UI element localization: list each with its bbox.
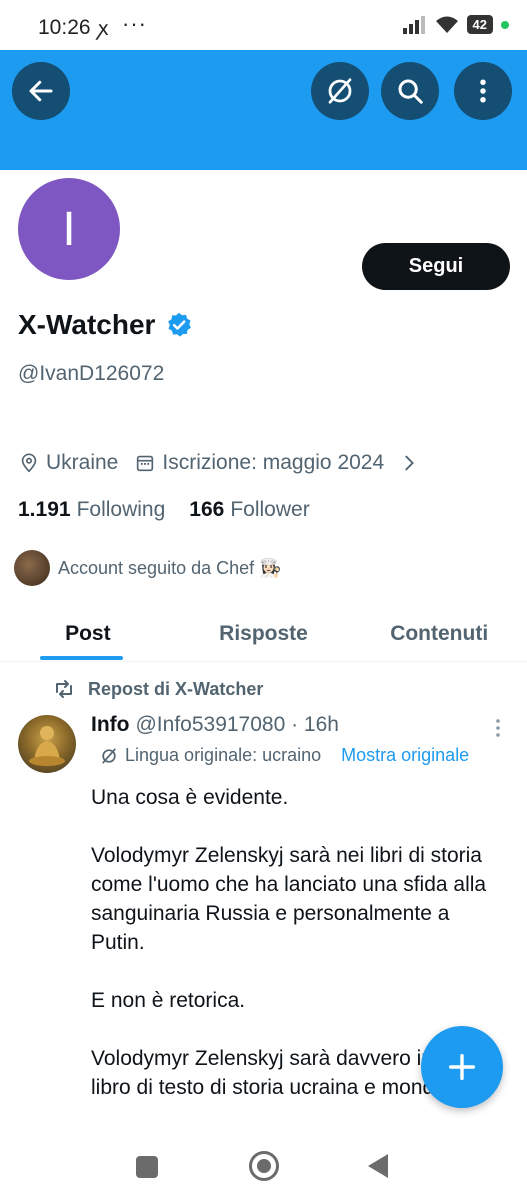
recents-button[interactable] [136, 1156, 158, 1178]
follower-avatar [14, 550, 50, 586]
following-link[interactable]: 1.191 Following [18, 498, 165, 522]
follow-stats: 1.191 Following 166 Follower [18, 498, 310, 522]
app-notification-icon: ꭗ [98, 18, 109, 40]
follow-button[interactable]: Segui [362, 243, 510, 290]
more-button[interactable] [454, 62, 512, 120]
profile-handle: @IvanD126072 [18, 362, 165, 385]
avatar-letter: I [18, 178, 120, 280]
grok-button[interactable] [311, 62, 369, 120]
back-nav-button[interactable] [368, 1154, 388, 1178]
arrow-left-icon [29, 80, 53, 102]
joined-item[interactable]: Iscrizione: maggio 2024 [134, 451, 420, 475]
active-tab-indicator [40, 656, 123, 660]
tweet-header: Info @Info53917080 · 16h [91, 713, 339, 737]
system-nav-bar [0, 1138, 527, 1200]
signal-icon [402, 15, 425, 34]
followed-by-row[interactable]: Account seguito da Chef 👩🏻‍🍳 [14, 550, 282, 586]
repost-indicator[interactable]: Repost di X-Watcher [52, 677, 263, 701]
privacy-dot-icon [501, 20, 509, 29]
wifi-icon [435, 16, 458, 33]
profile-banner [0, 50, 527, 170]
chevron-right-icon [405, 455, 415, 471]
location-item: Ukraine [18, 451, 118, 475]
search-button[interactable] [381, 62, 439, 120]
followers-link[interactable]: 166 Follower [189, 498, 309, 522]
followed-by-text: Account seguito da Chef 👩🏻‍🍳 [58, 557, 282, 578]
more-notifications-icon: ··· [122, 11, 147, 36]
compose-button[interactable] [421, 1026, 503, 1108]
tab-contenuti[interactable]: Contenuti [351, 606, 527, 661]
tweet-author-name[interactable]: Info [91, 713, 129, 736]
display-name: X-Watcher [18, 309, 156, 340]
search-icon [398, 79, 423, 104]
profile-avatar[interactable]: I [13, 173, 125, 285]
following-count: 1.191 [18, 498, 71, 521]
status-time: 10:26 [38, 16, 91, 39]
grok-translate-icon [102, 748, 116, 763]
following-label: Following [76, 498, 166, 521]
translation-row: Lingua originale: ucraino Mostra origina… [99, 745, 469, 766]
tweet-paragraph: Una cosa è evidente. [91, 786, 289, 809]
name-row: X-Watcher [18, 309, 193, 341]
verified-badge-icon[interactable] [165, 311, 193, 339]
translation-note: Lingua originale: ucraino [125, 745, 322, 765]
followers-count: 166 [189, 498, 225, 521]
tweet-author-handle[interactable]: @Info53917080 · 16h [135, 713, 338, 736]
plus-icon [448, 1053, 476, 1081]
location-text: Ukraine [46, 451, 119, 474]
show-original-link[interactable]: Mostra originale [341, 745, 469, 766]
tab-risposte[interactable]: Risposte [176, 606, 352, 661]
joined-text: Iscrizione: maggio 2024 [162, 451, 385, 474]
profile-tabs: Post Risposte Contenuti [0, 606, 527, 662]
tweet-paragraph: Volodymyr Zelenskyj sarà nei libri di st… [91, 844, 487, 954]
location-pin-icon [21, 453, 37, 473]
grok-icon [328, 78, 352, 104]
repost-label: Repost di X-Watcher [88, 678, 264, 699]
calendar-icon [137, 455, 154, 472]
tweet-more-icon[interactable] [490, 716, 506, 740]
tweet-paragraph: E non è retorica. [91, 989, 246, 1012]
home-dot-icon [257, 1159, 271, 1173]
battery-icon: 42 [466, 15, 493, 34]
more-vertical-icon [480, 79, 486, 103]
followers-label: Follower [230, 498, 310, 521]
profile-meta: Ukraine Iscrizione: maggio 2024 [18, 451, 436, 475]
home-button[interactable] [249, 1151, 279, 1181]
tweet-author-avatar[interactable] [18, 715, 76, 773]
buddha-statue-image [29, 726, 65, 766]
tab-post[interactable]: Post [0, 606, 176, 661]
repost-icon [56, 680, 72, 698]
status-icons: 42 [402, 15, 509, 34]
status-bar: 10:26 ꭗ ··· 42 [0, 0, 527, 50]
back-button[interactable] [12, 62, 70, 120]
